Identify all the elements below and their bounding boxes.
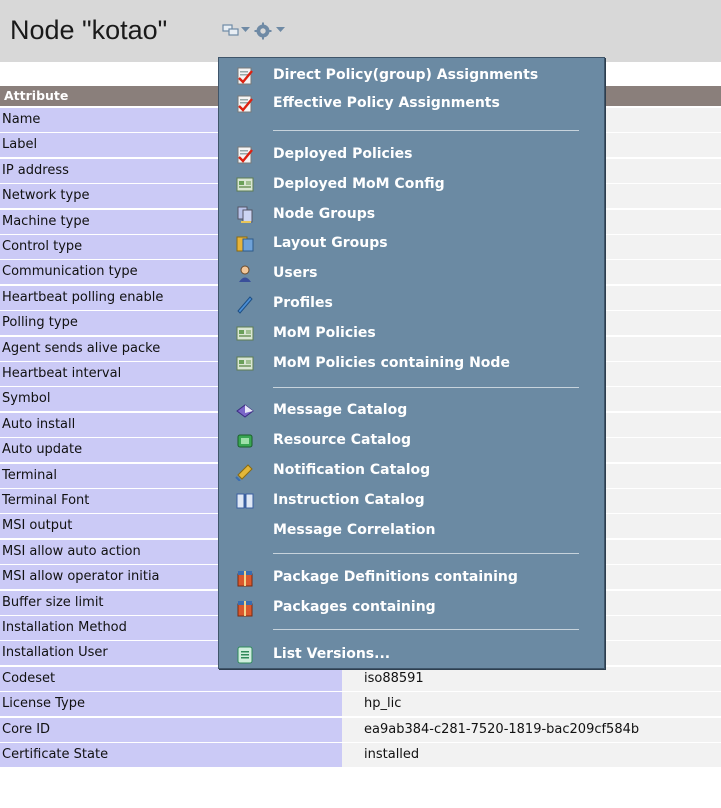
menu-separator bbox=[273, 629, 579, 630]
attribute-name: Certificate State bbox=[0, 743, 342, 767]
menu-separator bbox=[273, 553, 579, 554]
chevron-down-icon[interactable] bbox=[276, 27, 285, 33]
menu-item-deployed-mom-config[interactable]: Deployed MoM Config bbox=[219, 171, 604, 199]
mom-config-icon bbox=[235, 354, 255, 374]
menu-item-label: Message Catalog bbox=[273, 402, 408, 418]
chevron-down-icon[interactable] bbox=[241, 27, 250, 33]
column-header-label: Attribute bbox=[4, 88, 69, 103]
menu-item-notification-catalog[interactable]: Notification Catalog bbox=[219, 457, 604, 485]
notification-catalog-icon bbox=[235, 461, 255, 482]
attribute-name: Core ID bbox=[0, 717, 342, 742]
attribute-value: installed bbox=[342, 743, 721, 767]
mom-config-icon bbox=[235, 175, 255, 195]
attribute-name: Codeset bbox=[0, 666, 342, 691]
gear-icon[interactable] bbox=[254, 22, 272, 40]
menu-item-package-definitions-containing[interactable]: Package Definitions containing bbox=[219, 564, 604, 592]
menu-item-instruction-catalog[interactable]: Instruction Catalog bbox=[219, 487, 604, 515]
menu-item-label: List Versions... bbox=[273, 646, 391, 662]
message-catalog-icon bbox=[235, 401, 255, 421]
menu-item-label: Node Groups bbox=[273, 206, 376, 222]
node-groups-icon bbox=[235, 205, 255, 225]
menu-item-label: Message Correlation bbox=[273, 522, 436, 538]
mom-config-icon bbox=[235, 324, 255, 344]
package-icon bbox=[235, 568, 255, 588]
menu-item-label: MoM Policies containing Node bbox=[273, 355, 510, 371]
policy-check-icon bbox=[235, 94, 255, 114]
policy-check-icon bbox=[235, 66, 255, 86]
list-versions-icon bbox=[235, 645, 255, 665]
menu-separator bbox=[273, 130, 579, 131]
attribute-value: hp_lic bbox=[342, 692, 721, 717]
menu-item-message-catalog[interactable]: Message Catalog bbox=[219, 397, 604, 425]
node-actions-menu: Direct Policy(group) Assignments Effectiv… bbox=[218, 57, 605, 669]
menu-item-label: Deployed Policies bbox=[273, 146, 413, 162]
menu-item-direct-policy-group-assignments[interactable]: Direct Policy(group) Assignments bbox=[219, 62, 604, 90]
page-header: Node "kotao" bbox=[0, 0, 721, 62]
table-row: Certificate State installed bbox=[0, 743, 721, 767]
menu-item-mom-policies[interactable]: MoM Policies bbox=[219, 320, 604, 348]
menu-item-label: Packages containing bbox=[273, 599, 436, 615]
table-row: Codeset iso88591 bbox=[0, 666, 721, 691]
menu-item-label: Effective Policy Assignments bbox=[273, 95, 500, 111]
node-view-icon[interactable] bbox=[222, 22, 240, 38]
menu-item-deployed-policies[interactable]: Deployed Policies bbox=[219, 141, 604, 169]
menu-item-label: Resource Catalog bbox=[273, 432, 412, 448]
menu-item-label: Instruction Catalog bbox=[273, 492, 425, 508]
menu-item-label: MoM Policies bbox=[273, 325, 376, 341]
menu-item-effective-policy-assignments[interactable]: Effective Policy Assignments bbox=[219, 90, 604, 118]
attribute-value: iso88591 bbox=[342, 666, 721, 691]
attribute-name: License Type bbox=[0, 692, 342, 717]
menu-item-label: Notification Catalog bbox=[273, 462, 431, 478]
policy-check-icon bbox=[235, 145, 255, 165]
package-icon bbox=[235, 598, 255, 618]
menu-item-label: Deployed MoM Config bbox=[273, 176, 445, 192]
menu-item-list-versions[interactable]: List Versions... bbox=[219, 641, 604, 669]
menu-item-label: Layout Groups bbox=[273, 235, 388, 251]
table-row: License Type hp_lic bbox=[0, 692, 721, 717]
menu-item-layout-groups[interactable]: Layout Groups bbox=[219, 230, 604, 258]
users-icon bbox=[235, 264, 255, 284]
menu-item-label: Profiles bbox=[273, 295, 333, 311]
menu-item-resource-catalog[interactable]: Resource Catalog bbox=[219, 427, 604, 455]
menu-item-profiles[interactable]: Profiles bbox=[219, 290, 604, 318]
menu-item-label: Package Definitions containing bbox=[273, 569, 518, 585]
menu-item-label: Direct Policy(group) Assignments bbox=[273, 67, 539, 83]
menu-item-message-correlation[interactable]: Message Correlation bbox=[219, 517, 604, 545]
book-icon bbox=[235, 491, 255, 511]
menu-item-node-groups[interactable]: Node Groups bbox=[219, 201, 604, 229]
table-row: Core ID ea9ab384-c281-7520-1819-bac209cf5… bbox=[0, 717, 721, 742]
menu-separator bbox=[273, 387, 579, 388]
menu-item-packages-containing[interactable]: Packages containing bbox=[219, 594, 604, 622]
profiles-icon bbox=[235, 294, 255, 314]
page-title: Node "kotao" bbox=[10, 15, 168, 45]
menu-item-mom-policies-containing-node[interactable]: MoM Policies containing Node bbox=[219, 350, 604, 378]
layout-groups-icon bbox=[235, 234, 255, 254]
attribute-value: ea9ab384-c281-7520-1819-bac209cf584b bbox=[342, 717, 721, 742]
menu-item-users[interactable]: Users bbox=[219, 260, 604, 288]
resource-catalog-icon bbox=[235, 431, 255, 451]
menu-item-label: Users bbox=[273, 265, 318, 281]
